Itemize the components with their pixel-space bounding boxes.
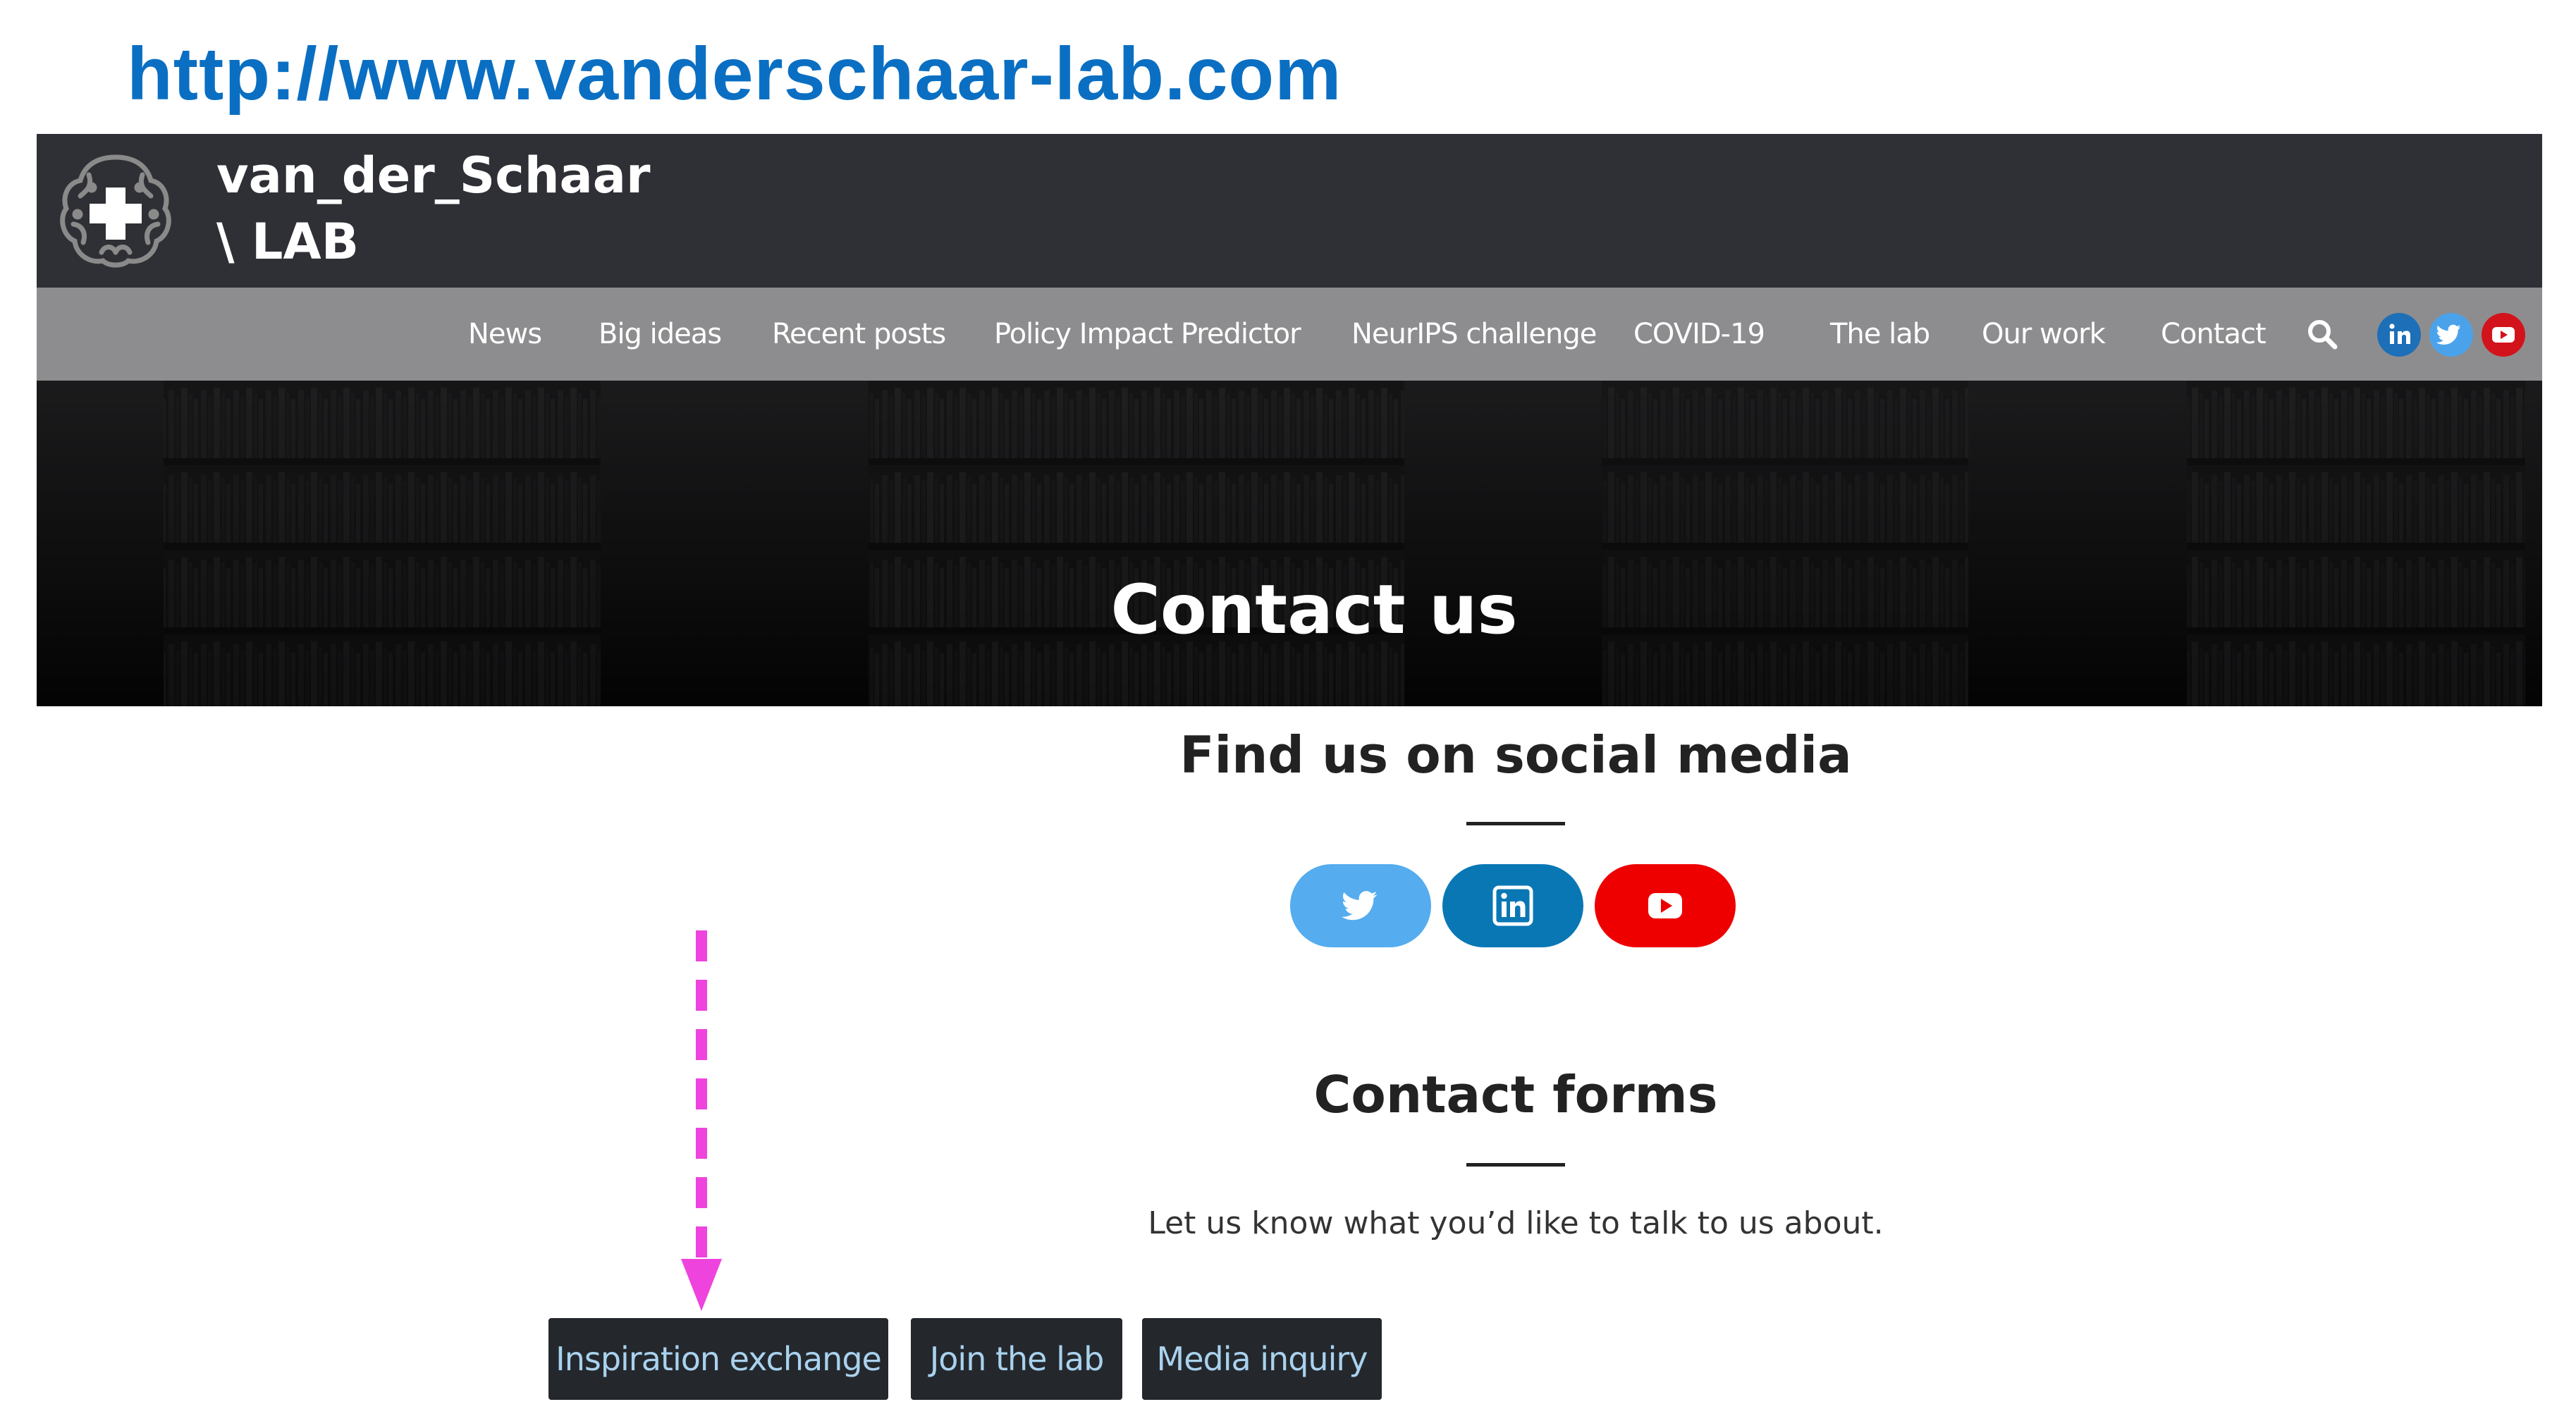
- nav-item-the-lab[interactable]: The lab: [1830, 288, 1930, 381]
- contact-heading-divider: [1466, 1163, 1565, 1167]
- main-nav: News Big ideas Recent posts Policy Impac…: [37, 288, 2542, 381]
- site-title-line1: van_der_Schaar: [216, 147, 651, 204]
- youtube-icon: [1648, 893, 1682, 918]
- nav-linkedin-button[interactable]: [2377, 313, 2421, 357]
- contact-forms-heading: Contact forms: [1313, 1065, 1718, 1124]
- linkedin-icon: [1492, 885, 1533, 926]
- site-title-line2: \ LAB: [216, 213, 360, 271]
- site-header: van_der_Schaar \ LAB: [37, 134, 2542, 288]
- hero-banner: Contact us: [37, 381, 2542, 706]
- inspiration-exchange-button[interactable]: Inspiration exchange: [548, 1318, 888, 1400]
- youtube-icon: [2492, 327, 2515, 343]
- youtube-button[interactable]: [1595, 864, 1736, 947]
- page-title: Contact us: [1110, 570, 1518, 649]
- media-inquiry-button[interactable]: Media inquiry: [1142, 1318, 1382, 1400]
- twitter-icon: [1341, 891, 1378, 921]
- library-background-image: [37, 381, 2542, 706]
- nav-item-contact[interactable]: Contact: [2161, 288, 2267, 381]
- nav-item-neurips-challenge[interactable]: NeurIPS challenge: [1351, 288, 1597, 381]
- contact-forms-lead: Let us know what you’d like to talk to u…: [1148, 1205, 1884, 1241]
- nav-youtube-button[interactable]: [2482, 313, 2525, 357]
- social-media-heading: Find us on social media: [1179, 725, 1852, 785]
- nav-item-recent-posts[interactable]: Recent posts: [772, 288, 946, 381]
- nav-item-news[interactable]: News: [468, 288, 542, 381]
- brain-plus-icon[interactable]: [52, 147, 179, 273]
- nav-item-covid-19[interactable]: COVID-19: [1633, 288, 1765, 381]
- annotation-arrow: [681, 930, 722, 1311]
- twitter-button[interactable]: [1290, 864, 1431, 947]
- nav-item-our-work[interactable]: Our work: [1982, 288, 2106, 381]
- twitter-icon: [2436, 324, 2461, 345]
- search-icon[interactable]: [2305, 317, 2339, 351]
- site-title[interactable]: van_der_Schaar \ LAB: [216, 142, 651, 275]
- nav-item-big-ideas[interactable]: Big ideas: [599, 288, 722, 381]
- url-caption: http://www.vanderschaar-lab.com: [127, 32, 1342, 116]
- social-heading-divider: [1466, 822, 1565, 825]
- linkedin-icon: [2389, 324, 2410, 344]
- nav-item-policy-impact-predictor[interactable]: Policy Impact Predictor: [994, 288, 1301, 381]
- linkedin-button[interactable]: [1442, 864, 1583, 947]
- join-the-lab-button[interactable]: Join the lab: [911, 1318, 1122, 1400]
- nav-twitter-button[interactable]: [2429, 313, 2473, 357]
